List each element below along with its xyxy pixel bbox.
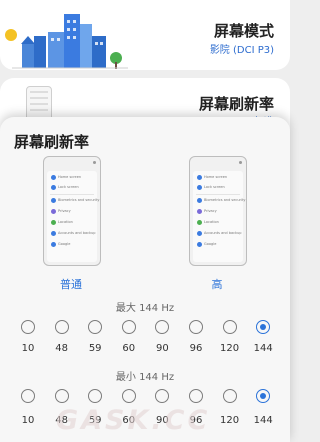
min-rate-radio-96[interactable] [189, 389, 203, 403]
refresh-rate-sheet: 屏幕刷新率 Home screen Lock screen Biometrics… [0, 117, 290, 442]
min-rate-radio-144[interactable] [256, 389, 271, 403]
max-rate-radio-96[interactable] [189, 320, 203, 334]
max-rate-value-120: 120 [220, 343, 240, 354]
max-rate-radio-144[interactable] [256, 320, 271, 334]
more-icon [239, 161, 242, 164]
more-icon [93, 161, 96, 164]
max-rate-value-48: 48 [55, 343, 68, 354]
min-rate-radio-60[interactable] [121, 389, 136, 403]
min-rate-radio-10[interactable] [21, 389, 35, 403]
max-rate-radio-120[interactable] [222, 320, 237, 334]
min-rate-radio-59[interactable] [88, 389, 103, 403]
sheet-title: 屏幕刷新率 [14, 133, 90, 151]
screen-mode-card[interactable]: 屏幕模式 影院 (DCI P3) [0, 0, 290, 70]
screen-mode-title: 屏幕模式 [213, 22, 274, 40]
min-rate-radio-120[interactable] [222, 389, 237, 403]
preview-screen: Home screen Lock screen Biometrics and s… [47, 171, 99, 262]
max-rate-label: 最大 144 Hz [115, 303, 175, 314]
high-mode-label[interactable]: 高 [182, 276, 252, 292]
watermark: GASK.CC [56, 405, 211, 436]
min-rate-radio-48[interactable] [54, 389, 69, 403]
min-rate-radio-90[interactable] [155, 389, 170, 403]
max-rate-value-90: 90 [156, 343, 169, 354]
max-rate-radio-48[interactable] [54, 320, 69, 334]
screen-mode-value: 影院 (DCI P3) [209, 45, 274, 56]
max-rate-value-60: 60 [122, 343, 136, 354]
max-rate-value-144: 144 [253, 343, 273, 354]
city-illustration [5, 14, 128, 69]
max-rate-radio-60[interactable] [121, 320, 136, 334]
high-mode-preview[interactable]: Home screen Lock screen Biometrics and s… [189, 156, 247, 266]
min-rate-value-144: 144 [253, 415, 273, 426]
min-rate-value-10: 10 [21, 415, 35, 426]
normal-mode-label[interactable]: 普通 [36, 276, 106, 292]
max-rate-radio-59[interactable] [88, 320, 103, 334]
max-rate-radio-10[interactable] [21, 320, 35, 334]
max-rate-radio-90[interactable] [155, 320, 170, 334]
max-rate-value-59: 59 [88, 343, 102, 354]
min-rate-label: 最小 144 Hz [115, 372, 175, 383]
preview-screen: Home screen Lock screen Biometrics and s… [193, 171, 245, 262]
max-rate-value-10: 10 [21, 343, 35, 354]
min-rate-value-120: 120 [220, 415, 240, 426]
max-rate-value-96: 96 [189, 343, 203, 354]
normal-mode-preview[interactable]: Home screen Lock screen Biometrics and s… [43, 156, 101, 266]
refresh-rate-title: 屏幕刷新率 [198, 95, 274, 113]
